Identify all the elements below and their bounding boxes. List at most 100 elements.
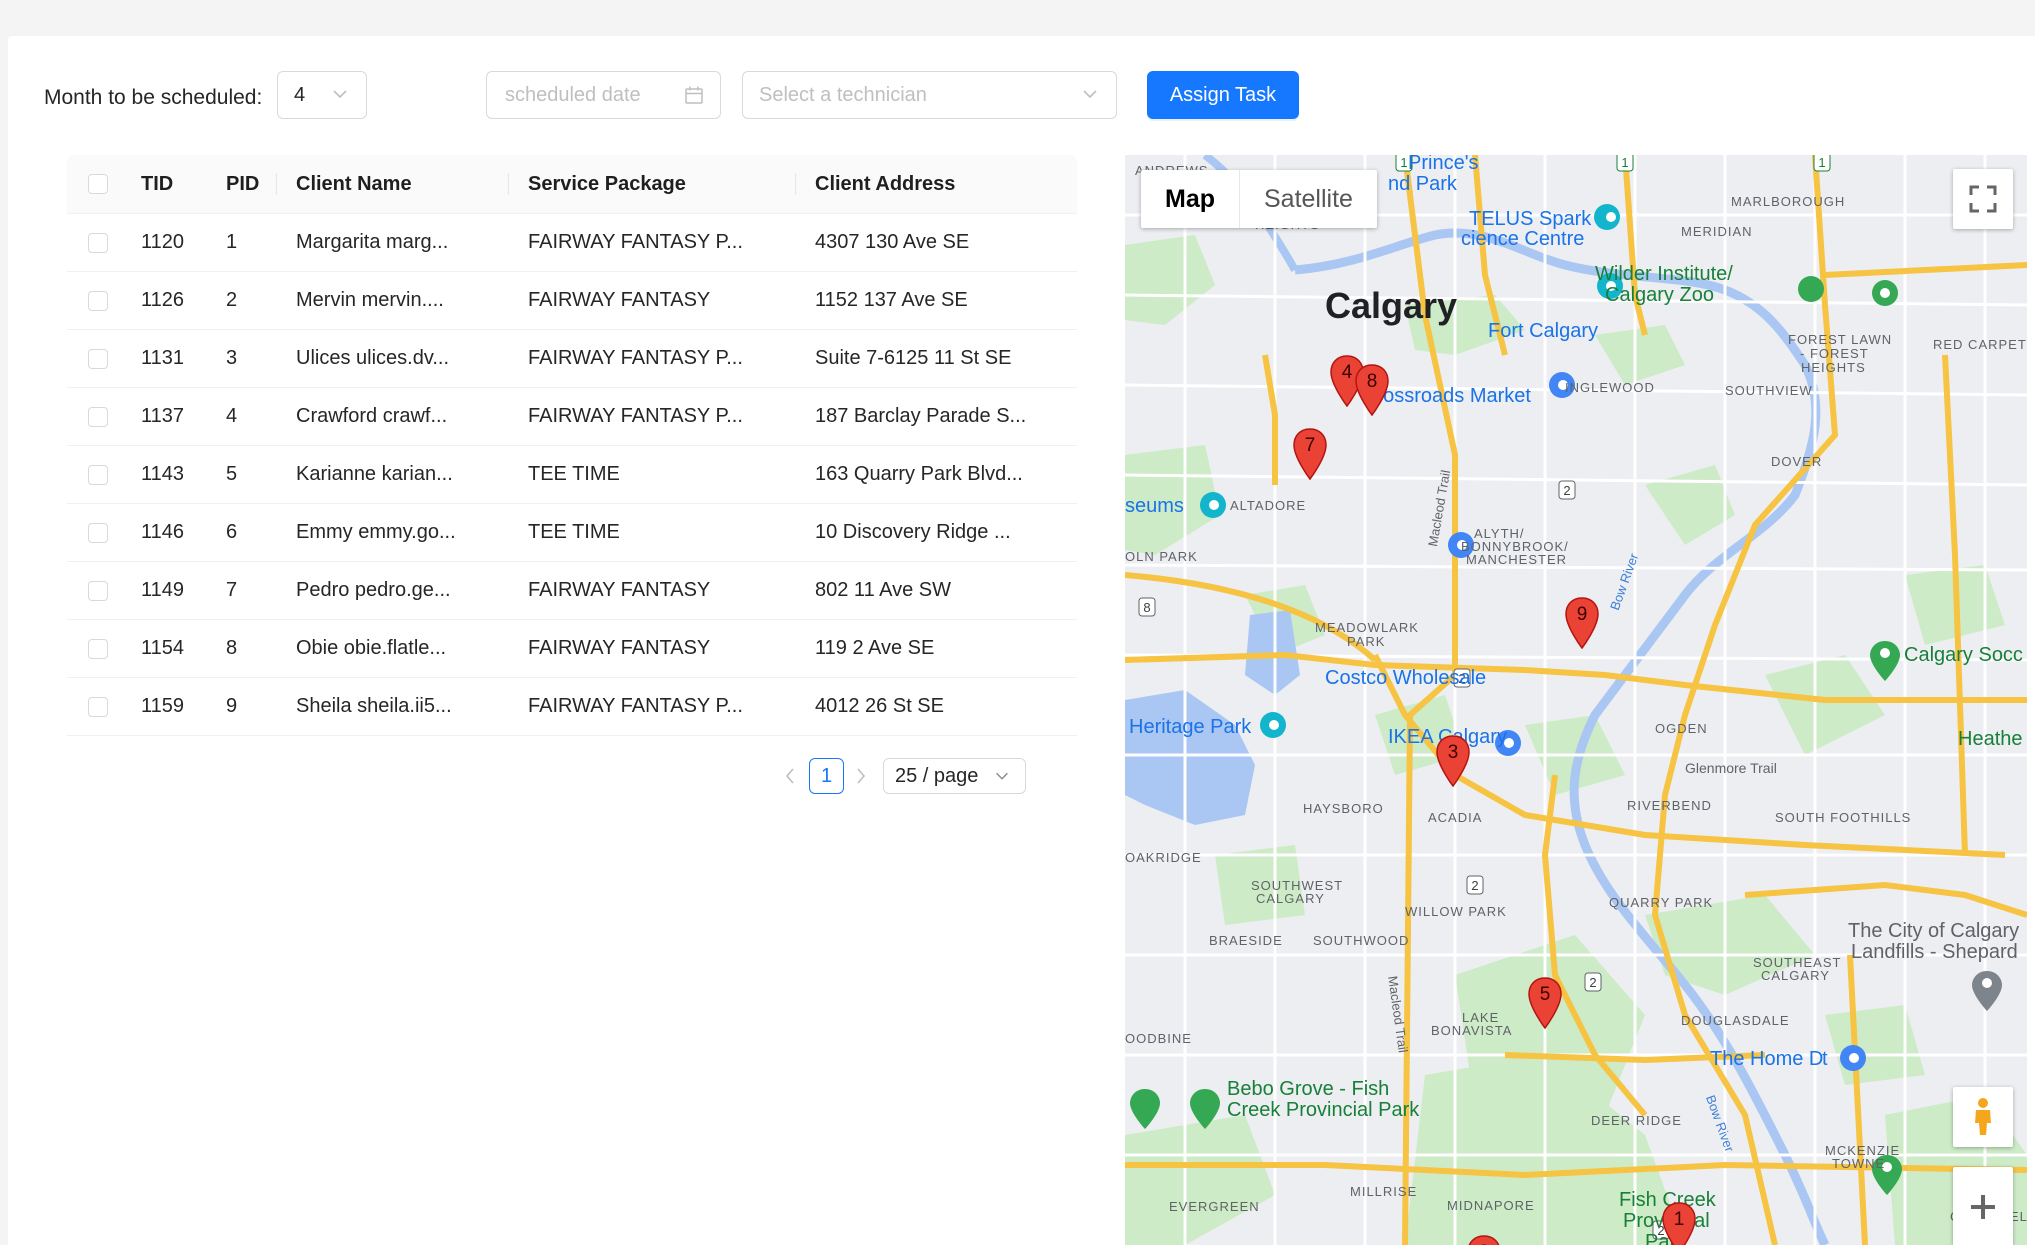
col-tid: TID xyxy=(141,172,174,195)
neighbourhood-label: BONAVISTA xyxy=(1431,1023,1513,1038)
map-marker-8[interactable]: 8 xyxy=(1355,364,1389,417)
neighbourhood-label: HEIGHTS xyxy=(1801,360,1866,375)
cell-client-name: Obie obie.flatle... xyxy=(296,637,447,659)
svg-text:1: 1 xyxy=(1818,155,1825,170)
map-view[interactable]: 8 2 2 2 2 2 1 1 1 Calgary Prince's nd Pa… xyxy=(1125,155,2027,1245)
neighbourhood-label: DEER RIDGE xyxy=(1591,1113,1682,1128)
satellite-view-button[interactable]: Satellite xyxy=(1240,170,1377,228)
street-view-button[interactable] xyxy=(1953,1087,2013,1147)
table-row[interactable]: 1126 2 Mervin mervin.... FAIRWAY FANTASY 115… xyxy=(67,272,1077,330)
map-marker-5[interactable]: 5 xyxy=(1528,977,1562,1030)
cell-client-address: 187 Barclay Parade S... xyxy=(815,405,1027,427)
toolbar: Month to be scheduled: 4 scheduled date … xyxy=(8,36,2035,156)
technician-select[interactable]: Select a technician xyxy=(742,71,1117,119)
poi-label: The City of Calgary xyxy=(1848,920,2020,942)
row-checkbox[interactable] xyxy=(88,464,108,485)
assign-task-button[interactable]: Assign Task xyxy=(1147,71,1299,119)
cell-client-name: Ulices ulices.dv... xyxy=(296,347,450,369)
row-check-cell xyxy=(67,522,129,543)
neighbourhood-label: OGDEN xyxy=(1655,721,1708,736)
col-pid: PID xyxy=(226,172,260,195)
poi-label: t xyxy=(1822,1048,1828,1070)
map-marker-7[interactable]: 7 xyxy=(1293,428,1327,481)
page-1-button[interactable]: 1 xyxy=(809,758,844,794)
table-row[interactable]: 1146 6 Emmy emmy.go... TEE TIME 10 Discovery… xyxy=(67,504,1077,562)
row-checkbox[interactable] xyxy=(88,522,108,543)
cell-client-name: Emmy emmy.go... xyxy=(296,521,456,543)
neighbourhood-label: MERIDIAN xyxy=(1681,224,1753,239)
column-divider xyxy=(795,173,796,195)
table-row[interactable]: 1120 1 Margarita marg... FAIRWAY FANTASY P.… xyxy=(67,214,1077,272)
table-row[interactable]: 1159 9 Sheila sheila.ii5... FAIRWAY FANTASY… xyxy=(67,678,1077,736)
svg-text:2: 2 xyxy=(1589,975,1596,990)
scheduled-date-picker[interactable]: scheduled date xyxy=(486,71,721,119)
map-view-button[interactable]: Map xyxy=(1141,170,1239,228)
svg-text:8: 8 xyxy=(1143,600,1150,615)
neighbourhood-label: MARLBOROUGH xyxy=(1731,194,1846,209)
next-page-icon[interactable] xyxy=(853,766,869,786)
cell-pid: 2 xyxy=(226,289,238,311)
cell-service-package: FAIRWAY FANTASY P... xyxy=(528,347,743,369)
table-row[interactable]: 1131 3 Ulices ulices.dv... FAIRWAY FANTASY … xyxy=(67,330,1077,388)
neighbourhood-label: FOREST LAWN xyxy=(1788,332,1893,347)
cell-client-name: Karianne karian... xyxy=(296,463,453,485)
row-checkbox[interactable] xyxy=(88,406,108,427)
map-marker-9[interactable]: 9 xyxy=(1565,597,1599,650)
fullscreen-button[interactable] xyxy=(1953,169,2013,229)
cell-client-address: 4012 26 St SE xyxy=(815,695,944,717)
cell-pid: 6 xyxy=(226,521,238,543)
neighbourhood-label: SOUTHVIEW xyxy=(1725,383,1813,398)
neighbourhood-label: WILLOW PARK xyxy=(1405,904,1507,919)
cell-tid: 1120 xyxy=(141,231,185,253)
row-checkbox[interactable] xyxy=(88,232,108,253)
month-select[interactable]: 4 xyxy=(277,71,367,119)
cell-tid: 1143 xyxy=(141,463,185,485)
marker-label: 8 xyxy=(1366,371,1378,392)
cell-tid: 1131 xyxy=(141,347,185,369)
neighbourhood-label: OLN PARK xyxy=(1125,549,1198,564)
poi-label: Landfills - Shepard xyxy=(1851,941,2018,963)
neighbourhood-label: - FOREST xyxy=(1800,346,1869,361)
map-marker-2[interactable]: 2 xyxy=(1467,1235,1501,1245)
row-checkbox[interactable] xyxy=(88,580,108,601)
prev-page-icon[interactable] xyxy=(782,766,798,786)
table-row[interactable]: 1143 5 Karianne karian... TEE TIME 163 Quarr… xyxy=(67,446,1077,504)
technician-placeholder: Select a technician xyxy=(759,83,927,106)
row-check-cell xyxy=(67,290,129,311)
cell-service-package: FAIRWAY FANTASY xyxy=(528,579,711,601)
cell-client-name: Sheila sheila.ii5... xyxy=(296,695,452,717)
cell-client-address: 802 11 Ave SW xyxy=(815,579,952,601)
table-row[interactable]: 1154 8 Obie obie.flatle... FAIRWAY FANTASY 1… xyxy=(67,620,1077,678)
neighbourhood-label: BRAESIDE xyxy=(1209,933,1283,948)
cell-service-package: TEE TIME xyxy=(528,463,620,485)
city-label: Calgary xyxy=(1325,285,1458,326)
marker-label: 9 xyxy=(1576,604,1588,625)
zoom-in-button[interactable] xyxy=(1953,1167,2013,1245)
cell-client-address: Suite 7-6125 11 St SE xyxy=(815,347,1012,369)
row-checkbox[interactable] xyxy=(88,696,108,717)
map-marker-3[interactable]: 3 xyxy=(1436,735,1470,788)
neighbourhood-label: PARK xyxy=(1347,634,1386,649)
select-all-cell xyxy=(67,174,129,194)
cell-client-name: Pedro pedro.ge... xyxy=(296,579,451,601)
cell-client-address: 10 Discovery Ridge ... xyxy=(815,521,1011,543)
pegman-icon xyxy=(1975,1098,1991,1135)
cell-client-address: 4307 130 Ave SE xyxy=(815,231,970,253)
row-checkbox[interactable] xyxy=(88,348,108,369)
cell-pid: 4 xyxy=(226,405,238,427)
neighbourhood-label: CALGARY xyxy=(1256,891,1325,906)
cell-client-name: Crawford crawf... xyxy=(296,405,448,427)
neighbourhood-label: MANCHESTER xyxy=(1466,552,1568,567)
neighbourhood-label: CALGARY xyxy=(1761,968,1830,983)
row-checkbox[interactable] xyxy=(88,638,108,659)
table-row[interactable]: 1149 7 Pedro pedro.ge... FAIRWAY FANTASY 802… xyxy=(67,562,1077,620)
table-row[interactable]: 1137 4 Crawford crawf... FAIRWAY FANTASY P.… xyxy=(67,388,1077,446)
column-divider xyxy=(276,173,277,195)
row-checkbox[interactable] xyxy=(88,290,108,311)
poi-label: Calgary Zoo xyxy=(1605,284,1714,306)
poi-label: Costco Wholesale xyxy=(1325,667,1487,689)
select-all-checkbox[interactable] xyxy=(88,174,108,194)
map-marker-1[interactable]: 1 xyxy=(1662,1202,1696,1245)
page-size-select[interactable]: 25 / page xyxy=(883,758,1026,794)
col-client-address: Client Address xyxy=(815,172,956,195)
